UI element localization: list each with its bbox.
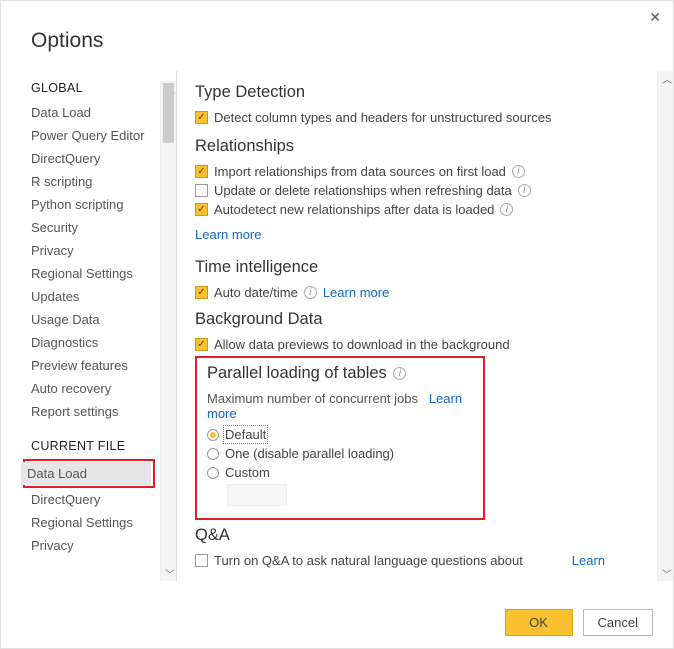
label-default: Default <box>225 427 266 442</box>
info-icon[interactable] <box>512 165 525 178</box>
highlight-parallel: Parallel loading of tables Maximum numbe… <box>195 356 485 520</box>
label-bg-preview: Allow data previews to download in the b… <box>214 337 510 352</box>
link-learn-qna[interactable]: Learn <box>572 553 605 568</box>
content-scrollbar[interactable]: ︿ ﹀ <box>657 71 673 581</box>
chevron-up-icon[interactable]: ︿ <box>662 71 672 86</box>
chevron-down-icon[interactable]: ﹀ <box>662 566 672 581</box>
sidebar-scrollbar[interactable]: ︿ ﹀ <box>160 81 176 581</box>
sidebar-item-auto-recovery[interactable]: Auto recovery <box>31 377 176 400</box>
sidebar-item-security[interactable]: Security <box>31 216 176 239</box>
cancel-button[interactable]: Cancel <box>583 609 653 636</box>
radio-one[interactable] <box>207 448 219 460</box>
sidebar-item-regional-global[interactable]: Regional Settings <box>31 262 176 285</box>
dialog-title: Options <box>1 1 673 53</box>
sidebar-item-report-settings[interactable]: Report settings <box>31 400 176 423</box>
radio-custom[interactable] <box>207 467 219 479</box>
sidebar-item-updates[interactable]: Updates <box>31 285 176 308</box>
checkbox-autodetect-rel[interactable] <box>195 203 208 216</box>
sidebar-item-data-load-global[interactable]: Data Load <box>31 101 176 124</box>
section-type-detection: Type Detection <box>195 83 651 102</box>
sidebar-item-python-scripting[interactable]: Python scripting <box>31 193 176 216</box>
section-time: Time intelligence <box>195 258 651 277</box>
info-icon[interactable] <box>518 184 531 197</box>
sidebar-item-directquery-current[interactable]: DirectQuery <box>31 488 176 511</box>
section-parallel: Parallel loading of tables <box>207 364 473 383</box>
checkbox-qna[interactable] <box>195 554 208 567</box>
checkbox-detect-types[interactable] <box>195 111 208 124</box>
section-bg: Background Data <box>195 310 651 329</box>
sidebar: GLOBAL Data Load Power Query Editor Dire… <box>1 71 176 581</box>
sidebar-item-privacy-current[interactable]: Privacy <box>31 534 176 557</box>
section-relationships: Relationships <box>195 137 651 156</box>
label-update-rel: Update or delete relationships when refr… <box>214 183 512 198</box>
info-icon[interactable] <box>393 367 406 380</box>
label-one: One (disable parallel loading) <box>225 446 394 461</box>
sidebar-heading-current: CURRENT FILE <box>31 439 176 453</box>
sidebar-item-r-scripting[interactable]: R scripting <box>31 170 176 193</box>
dialog-footer: OK Cancel <box>505 609 653 636</box>
sidebar-item-power-query[interactable]: Power Query Editor <box>31 124 176 147</box>
checkbox-import-rel[interactable] <box>195 165 208 178</box>
sidebar-item-regional-current[interactable]: Regional Settings <box>31 511 176 534</box>
label-import-rel: Import relationships from data sources o… <box>214 164 506 179</box>
custom-jobs-input[interactable] <box>227 484 287 506</box>
radio-default[interactable] <box>207 429 219 441</box>
sidebar-heading-global: GLOBAL <box>31 81 176 95</box>
chevron-down-icon[interactable]: ﹀ <box>165 566 175 581</box>
checkbox-bg-preview[interactable] <box>195 338 208 351</box>
sidebar-item-directquery-global[interactable]: DirectQuery <box>31 147 176 170</box>
info-icon[interactable] <box>304 286 317 299</box>
dialog-body: GLOBAL Data Load Power Query Editor Dire… <box>1 71 673 581</box>
label-detect-types: Detect column types and headers for unst… <box>214 110 551 125</box>
label-custom: Custom <box>225 465 270 480</box>
ok-button[interactable]: OK <box>505 609 573 636</box>
sidebar-item-privacy-global[interactable]: Privacy <box>31 239 176 262</box>
parallel-sublabel: Maximum number of concurrent jobs Learn … <box>207 391 473 421</box>
link-learn-more-time[interactable]: Learn more <box>323 285 389 300</box>
link-learn-more-rel[interactable]: Learn more <box>195 227 261 242</box>
highlight-data-load: Data Load <box>23 459 155 488</box>
content-pane: Type Detection Detect column types and h… <box>176 71 673 581</box>
sidebar-item-data-load-current[interactable]: Data Load <box>21 462 151 485</box>
info-icon[interactable] <box>500 203 513 216</box>
checkbox-update-rel[interactable] <box>195 184 208 197</box>
checkbox-auto-datetime[interactable] <box>195 286 208 299</box>
label-auto-datetime: Auto date/time <box>214 285 298 300</box>
section-qna: Q&A <box>195 526 651 545</box>
sidebar-item-preview-features[interactable]: Preview features <box>31 354 176 377</box>
close-icon[interactable]: ✕ <box>649 9 661 26</box>
sidebar-item-diagnostics[interactable]: Diagnostics <box>31 331 176 354</box>
label-autodetect-rel: Autodetect new relationships after data … <box>214 202 494 217</box>
scrollbar-thumb[interactable] <box>163 83 174 143</box>
label-qna: Turn on Q&A to ask natural language ques… <box>214 553 523 568</box>
sidebar-item-usage-data[interactable]: Usage Data <box>31 308 176 331</box>
